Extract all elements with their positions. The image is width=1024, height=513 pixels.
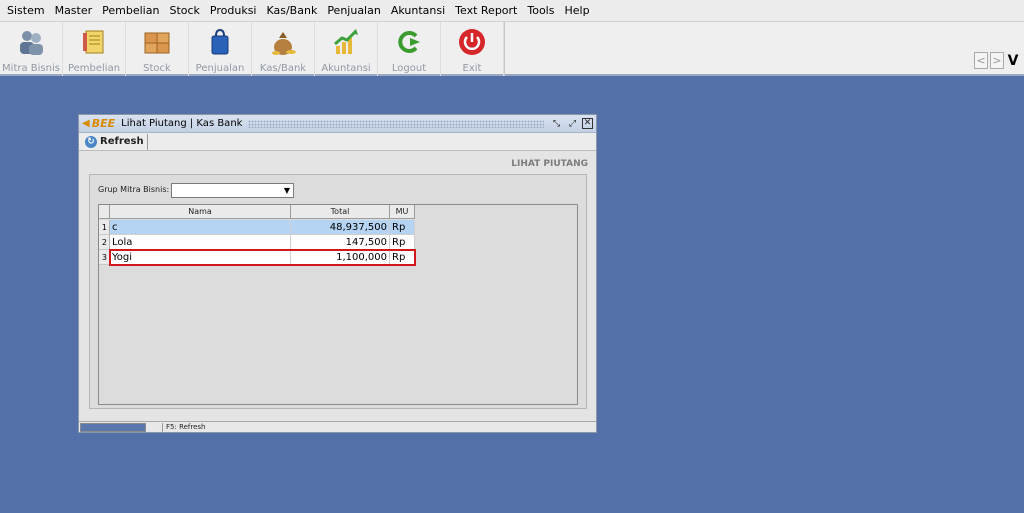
piutang-table: Nama Total MU 1 c 48,937,500 Rp 2 Lola 1… (98, 204, 578, 405)
chevron-down-icon: ▼ (283, 186, 290, 195)
table-header: Nama Total MU (99, 205, 415, 219)
menu-penjualan[interactable]: Penjualan (322, 0, 386, 22)
maximize-icon[interactable]: ⤢ (566, 118, 579, 130)
cell-total[interactable]: 1,100,000 (291, 250, 390, 265)
kas-bank-button[interactable]: Kas/Bank (252, 22, 315, 76)
table-row[interactable]: 3 Yogi 1,100,000 Rp (99, 249, 416, 266)
stock-button[interactable]: Stock (126, 22, 189, 76)
power-icon (455, 25, 489, 59)
section-title: LIHAT PIUTANG (511, 159, 588, 169)
toolbar-label: Kas/Bank (259, 63, 307, 74)
logout-button[interactable]: Logout (378, 22, 441, 76)
window-toolbar: ↻ Refresh (79, 133, 596, 151)
toolbar-label: Penjualan (195, 63, 245, 74)
menu-master[interactable]: Master (50, 0, 98, 22)
shopping-bag-icon (203, 25, 237, 59)
bee-logo: ◀ BEE (82, 117, 115, 130)
lihat-piutang-window: ◀ BEE Lihat Piutang | Kas Bank ⤡ ⤢ ✕ ↻ Re… (78, 114, 597, 433)
users-icon (14, 25, 48, 59)
window-title: Lihat Piutang | Kas Bank (121, 118, 243, 129)
filter-label: Grup Mitra Bisnis: (98, 185, 170, 194)
grup-mitra-bisnis-select[interactable]: ▼ (171, 183, 294, 198)
toolbar-label: Exit (462, 63, 482, 74)
money-bag-icon (266, 25, 300, 59)
toolbar-label: Akuntansi (321, 63, 371, 74)
table-row[interactable]: 2 Lola 147,500 Rp (99, 235, 415, 250)
window-nav: < > V (974, 52, 1020, 69)
refresh-button[interactable]: ↻ Refresh (82, 133, 148, 150)
penjualan-button[interactable]: Penjualan (189, 22, 252, 76)
toolbar-label: Logout (391, 63, 427, 74)
logout-icon (392, 25, 426, 59)
pembelian-button[interactable]: Pembelian (63, 22, 126, 76)
toolbar-label: Mitra Bisnis (2, 63, 60, 74)
menu-pembelian[interactable]: Pembelian (97, 0, 164, 22)
window-title-bar[interactable]: ◀ BEE Lihat Piutang | Kas Bank ⤡ ⤢ ✕ (79, 115, 596, 133)
status-bar: F5: Refresh (79, 421, 596, 432)
akuntansi-button[interactable]: Akuntansi (315, 22, 378, 76)
prev-window-button[interactable]: < (974, 52, 988, 69)
restore-icon[interactable]: ⤡ (550, 118, 563, 130)
cell-nama[interactable]: Lola (110, 235, 291, 250)
toolbar-label: Pembelian (67, 63, 121, 74)
toolbar-label: Stock (143, 63, 171, 74)
table-row[interactable]: 1 c 48,937,500 Rp (99, 220, 415, 235)
menu-bar: Sistem Master Pembelian Stock Produksi K… (0, 0, 1024, 22)
menu-text-report[interactable]: Text Report (450, 0, 522, 22)
window-list-button[interactable]: V (1006, 52, 1020, 69)
menu-sistem[interactable]: Sistem (2, 0, 50, 22)
status-separator (146, 422, 163, 432)
mitra-bisnis-button[interactable]: Mitra Bisnis (0, 22, 63, 76)
column-header-nama[interactable]: Nama (110, 205, 291, 219)
row-number: 2 (99, 235, 110, 250)
notebook-icon (77, 25, 111, 59)
growth-chart-icon (329, 25, 363, 59)
progress-bar (80, 422, 146, 432)
cell-mu[interactable]: Rp (390, 220, 415, 235)
menu-tools[interactable]: Tools (522, 0, 559, 22)
row-number-header (99, 205, 110, 219)
column-header-total[interactable]: Total (291, 205, 390, 219)
main-toolbar: Mitra Bisnis Pembelian Stock Penjualan K… (0, 22, 1024, 76)
exit-button[interactable]: Exit (441, 22, 504, 76)
brand-text: BEE (91, 117, 116, 130)
back-arrow-icon: ◀ (82, 118, 90, 129)
menu-produksi[interactable]: Produksi (205, 0, 262, 22)
menu-kas-bank[interactable]: Kas/Bank (261, 0, 322, 22)
menu-help[interactable]: Help (559, 0, 594, 22)
cell-mu[interactable]: Rp (390, 235, 415, 250)
boxes-icon (140, 25, 174, 59)
row-number: 3 (99, 250, 110, 265)
menu-akuntansi[interactable]: Akuntansi (386, 0, 450, 22)
content-panel: Grup Mitra Bisnis: ▼ Nama Total MU 1 c 4… (89, 174, 587, 409)
refresh-icon: ↻ (85, 135, 97, 148)
column-header-mu[interactable]: MU (390, 205, 415, 219)
row-number: 1 (99, 220, 110, 235)
cell-nama[interactable]: Yogi (110, 250, 291, 265)
cell-total[interactable]: 48,937,500 (291, 220, 390, 235)
cell-total[interactable]: 147,500 (291, 235, 390, 250)
next-window-button[interactable]: > (990, 52, 1004, 69)
cell-nama[interactable]: c (110, 220, 291, 235)
menu-stock[interactable]: Stock (164, 0, 204, 22)
title-grip (248, 119, 544, 128)
close-icon[interactable]: ✕ (582, 118, 593, 129)
cell-mu[interactable]: Rp (390, 250, 415, 265)
refresh-label: Refresh (100, 136, 144, 147)
highlighted-row[interactable]: Yogi 1,100,000 Rp (109, 249, 416, 266)
status-text: F5: Refresh (166, 423, 206, 431)
